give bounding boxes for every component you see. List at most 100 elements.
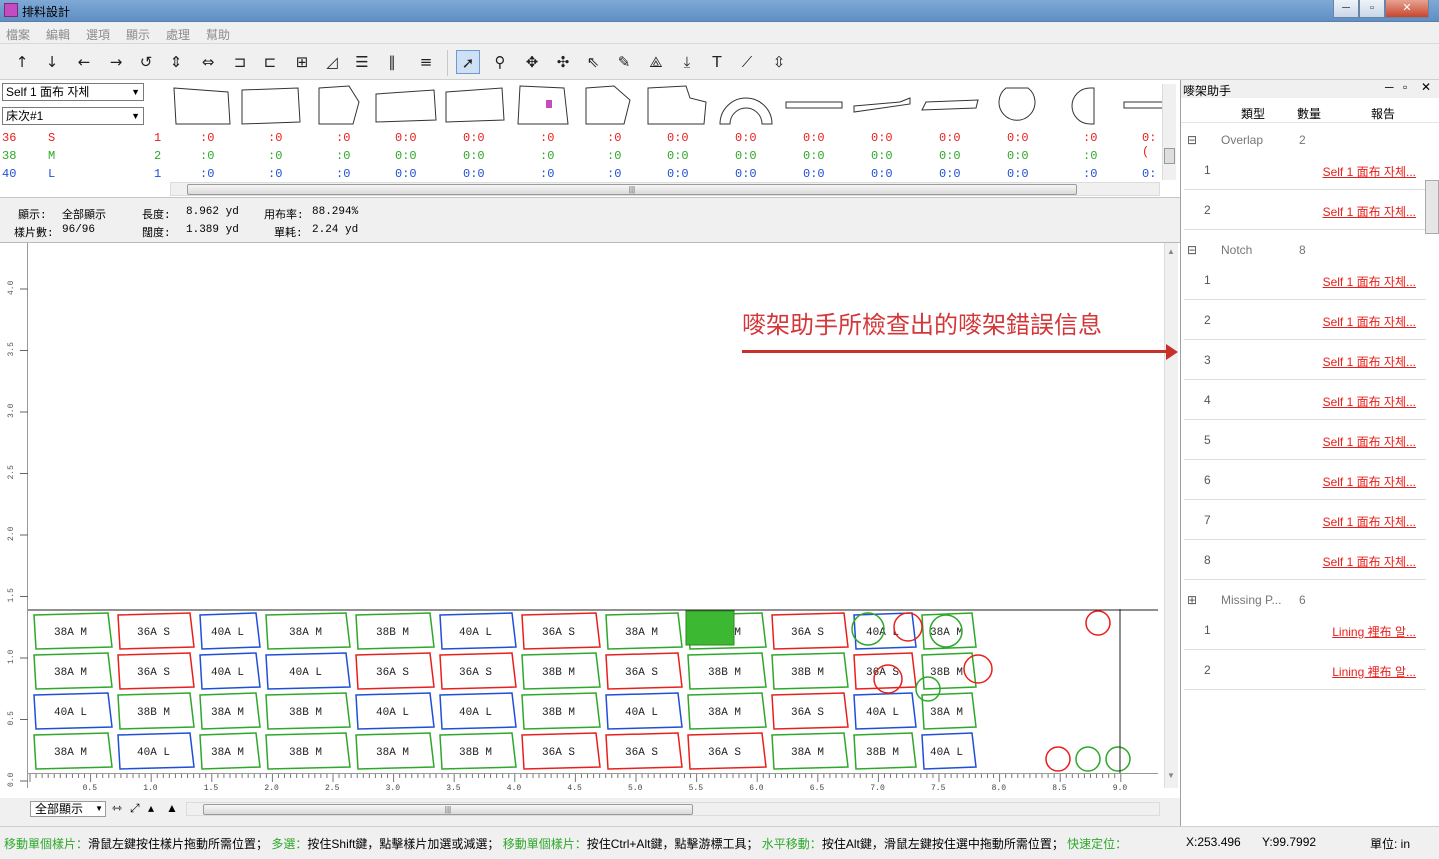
report-link[interactable]: Self 1 面布 자체... <box>1323 163 1416 180</box>
size-row-40[interactable]: 40 L 1 :0 :0 :0 0:0 0:0 :0 :0 0:0 0:0 0:… <box>0 167 1160 195</box>
report-link[interactable]: Lining 裡布 알... <box>1332 663 1416 680</box>
move-left-icon[interactable]: ← <box>72 50 96 74</box>
report-link[interactable]: Self 1 面布 자체... <box>1323 433 1416 450</box>
text-tool-icon[interactable]: T <box>705 50 729 74</box>
canvas-vertical-scrollbar[interactable]: ▲ ▼ <box>1164 243 1178 788</box>
assistant-scrollbar-thumb[interactable] <box>1425 180 1439 234</box>
menu-options[interactable]: 選項 <box>86 26 110 43</box>
chart-filled-icon[interactable]: ▲ <box>166 801 178 815</box>
menu-file[interactable]: 檔案 <box>6 26 30 43</box>
triangle-tool-icon[interactable]: ⟁ <box>644 50 668 74</box>
error-row[interactable]: 4 Self 1 面布 자체... <box>1184 380 1426 420</box>
restore-icon[interactable]: ▫ <box>1403 80 1407 94</box>
column-report[interactable]: 報告 <box>1371 105 1395 122</box>
error-row[interactable]: 7 Self 1 面布 자체... <box>1184 500 1426 540</box>
report-link[interactable]: Self 1 面布 자체... <box>1323 353 1416 370</box>
piece-thumbnail[interactable] <box>374 84 438 128</box>
menu-process[interactable]: 處理 <box>166 26 190 43</box>
fabric-select[interactable]: Self 1 面布 자체 ▼ <box>2 83 144 101</box>
piece-thumbnail[interactable] <box>444 84 506 128</box>
size-row-38[interactable]: 38 M 2 :0 :0 :0 0:0 0:0 :0 :0 0:0 0:0 0:… <box>0 149 1160 165</box>
move-cross-icon[interactable]: ✥ <box>520 50 544 74</box>
error-row[interactable]: 8 Self 1 面布 자체... <box>1184 540 1426 580</box>
scrollbar-thumb[interactable] <box>1164 148 1175 164</box>
close-icon[interactable]: ✕ <box>1421 80 1431 94</box>
select-arrow-icon[interactable]: ➚ <box>456 50 480 74</box>
batch-select[interactable]: 床次#1 ▼ <box>2 107 144 125</box>
column-quantity[interactable]: 數量 <box>1297 105 1321 122</box>
piece-thumbnail[interactable] <box>315 84 363 128</box>
fit-all-icon[interactable]: ⤢ <box>130 801 140 816</box>
columns-icon[interactable]: ∥ <box>380 50 404 74</box>
stack-icon[interactable]: ☰ <box>350 50 374 74</box>
distance-tool-icon[interactable]: ⇳ <box>767 50 791 74</box>
error-row[interactable]: 1 Self 1 面布 자체... <box>1184 260 1426 300</box>
piece-thumbnail[interactable] <box>784 84 844 128</box>
report-link[interactable]: Self 1 面布 자체... <box>1323 313 1416 330</box>
piece-thumbnail[interactable] <box>240 84 302 128</box>
piece-thumbnail[interactable] <box>996 84 1038 128</box>
tilt-icon[interactable]: ◿ <box>320 50 344 74</box>
zoom-icon[interactable]: ⚲ <box>488 50 512 74</box>
error-row[interactable]: 2 Self 1 面布 자체... <box>1184 300 1426 340</box>
close-button[interactable]: ✕ <box>1385 0 1429 18</box>
error-row[interactable]: 3 Self 1 面布 자체... <box>1184 340 1426 380</box>
pointer-icon[interactable]: ⇖ <box>581 50 605 74</box>
menu-edit[interactable]: 編輯 <box>46 26 70 43</box>
report-link[interactable]: Self 1 面布 자체... <box>1323 203 1416 220</box>
flip-horizontal-icon[interactable]: ⇔ <box>196 50 220 74</box>
marker-layout[interactable]: 38A M 36A S 40A L 38A M 38B M 40A L 36A S 38A M… <box>28 609 1158 779</box>
piece-thumbnail[interactable] <box>1070 84 1100 128</box>
move-up-icon[interactable]: ↑ <box>10 50 34 74</box>
piece-vertical-scrollbar[interactable] <box>1162 84 1176 180</box>
piece-thumbnail[interactable] <box>920 84 980 128</box>
menu-help[interactable]: 幫助 <box>206 26 230 43</box>
report-link[interactable]: Self 1 面布 자체... <box>1323 393 1416 410</box>
maximize-button[interactable]: ▫ <box>1359 0 1385 18</box>
piece-thumbnail[interactable] <box>516 84 570 128</box>
scrollbar-thumb[interactable]: ||| <box>187 184 1077 195</box>
report-link[interactable]: Self 1 面布 자체... <box>1323 553 1416 570</box>
piece-thumbnail[interactable] <box>852 84 912 128</box>
piece-horizontal-scrollbar[interactable]: ||| <box>170 182 1160 196</box>
align-left-icon[interactable]: ⊐ <box>228 50 252 74</box>
flip-vertical-icon[interactable]: ⇕ <box>164 50 188 74</box>
report-link[interactable]: Self 1 面布 자체... <box>1323 473 1416 490</box>
scrollbar-thumb[interactable]: ||| <box>203 804 693 815</box>
report-link[interactable]: Self 1 面布 자체... <box>1323 273 1416 290</box>
ruler-tool-icon[interactable]: ⟋ <box>735 50 759 74</box>
piece-thumbnail[interactable] <box>584 84 634 128</box>
fit-width-icon[interactable]: ⇿ <box>112 801 122 815</box>
move-down-icon[interactable]: ↓ <box>40 50 64 74</box>
error-row[interactable]: 6 Self 1 面布 자체... <box>1184 460 1426 500</box>
report-link[interactable]: Lining 裡布 알... <box>1332 623 1416 640</box>
error-row[interactable]: 1 Lining 裡布 알... <box>1184 610 1426 650</box>
canvas-horizontal-scrollbar[interactable]: ||| <box>186 802 1160 816</box>
collapse-icon[interactable]: ⊟ <box>1187 243 1197 257</box>
layers-icon[interactable]: ≡ <box>414 50 438 74</box>
align-right-icon[interactable]: ⊏ <box>258 50 282 74</box>
piece-thumbnail[interactable] <box>1122 84 1162 128</box>
menu-view[interactable]: 顯示 <box>126 26 150 43</box>
chart-icon[interactable]: ▴ <box>148 801 154 815</box>
error-row[interactable]: 2 Lining 裡布 알... <box>1184 650 1426 690</box>
column-type[interactable]: 類型 <box>1241 105 1265 122</box>
spacing-icon[interactable]: ⊞ <box>290 50 314 74</box>
error-row[interactable]: 5 Self 1 面布 자체... <box>1184 420 1426 460</box>
collapse-icon[interactable]: ⊟ <box>1187 133 1197 147</box>
edit-icon[interactable]: ✎ <box>612 50 636 74</box>
move-right-icon[interactable]: → <box>104 50 128 74</box>
piece-thumbnail[interactable] <box>646 84 708 128</box>
rotate-icon[interactable]: ↺ <box>134 50 158 74</box>
drop-tool-icon[interactable]: ⤓ <box>675 50 699 74</box>
piece-thumbnail[interactable] <box>172 84 232 128</box>
error-row[interactable]: 1 Self 1 面布 자체... <box>1184 150 1426 190</box>
move-all-icon[interactable]: ✣ <box>551 50 575 74</box>
report-link[interactable]: Self 1 面布 자체... <box>1323 513 1416 530</box>
expand-icon[interactable]: ⊞ <box>1187 593 1197 607</box>
minimize-icon[interactable]: ─ <box>1385 80 1394 94</box>
minimize-button[interactable]: ─ <box>1333 0 1359 18</box>
size-row-36[interactable]: 36 S 1 :0 :0 :0 0:0 0:0 :0 :0 0:0 0:0 0:… <box>0 131 1160 159</box>
piece-thumbnail[interactable] <box>716 84 776 128</box>
view-select[interactable]: 全部顯示 ▼ <box>30 801 106 817</box>
